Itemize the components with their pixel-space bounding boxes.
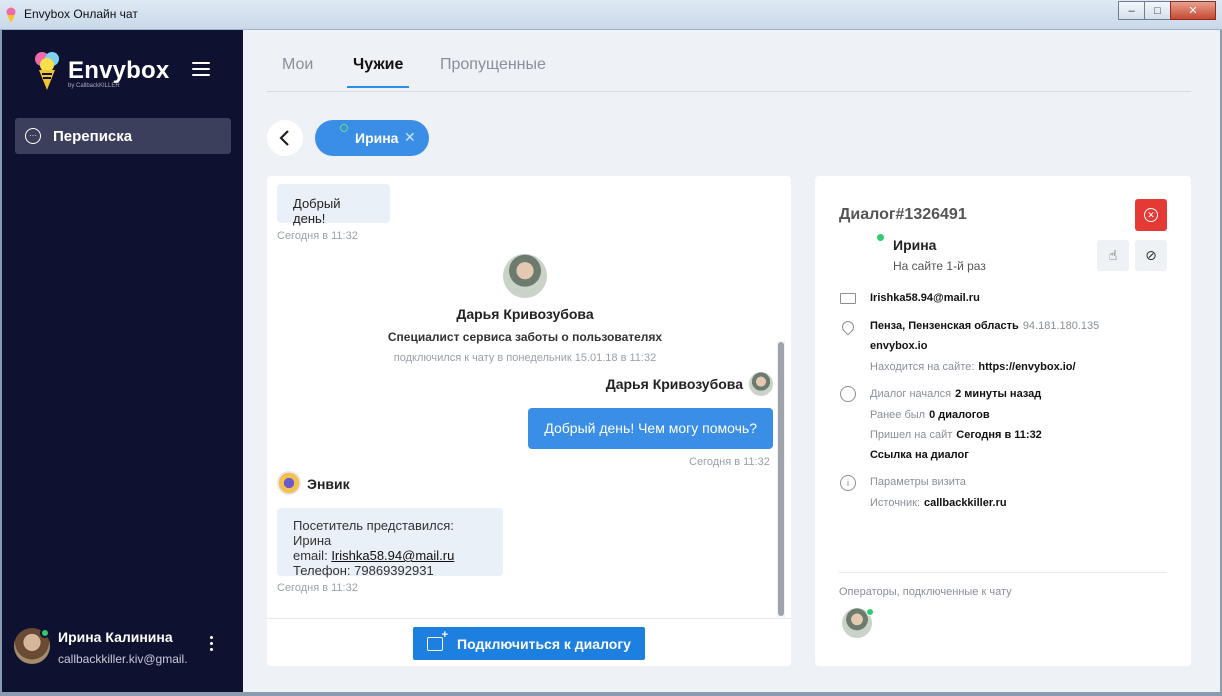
visitor-site: envybox.io [870,340,928,352]
visitor-location: Пенза, Пензенская область 94.181.180.135 [870,320,1100,332]
tab-missed[interactable]: Пропущенные [440,56,546,86]
location-pin-icon [839,318,857,336]
visitor-current-page: Находится на сайте: https://envybox.io/ [870,361,1076,373]
operator-joined-time: подключился к чату в понедельник 15.01.1… [393,352,657,364]
user-name: Ирина Калинина [58,629,173,645]
ice-cream-logo-icon [35,52,59,90]
menu-toggle-icon[interactable] [192,62,210,76]
chat-footer: Подключиться к диалогу [267,618,791,666]
operator-role: Специалист сервиса заботы о пользователя… [387,330,663,344]
visit-source: Источник: callbackkiller.ru [870,497,1007,509]
avatar [749,372,773,396]
dialog-link: Ссылка на диалог [870,449,969,461]
back-button[interactable] [267,120,303,156]
bot-phone-line: Телефон: 79869392931 [293,563,434,578]
visitor-chip-name: Ирина [355,130,399,146]
window-title: Envybox Онлайн чат [24,7,138,21]
join-chat-icon [427,629,448,651]
dialog-title: Диалог#1326491 [839,206,967,223]
tab-mine[interactable]: Мои [282,56,313,86]
tab-bar: Мои Чужие Пропущенные [267,30,1191,92]
minimize-button[interactable]: – [1118,1,1145,20]
online-status-dot [40,628,50,638]
close-icon[interactable]: ✕ [404,129,416,146]
sidebar-item-label: Переписка [53,127,133,145]
hide-button[interactable]: ⊘ [1135,240,1167,271]
chat-icon: ··· [25,128,41,144]
message-time: Сегодня в 11:32 [277,582,358,594]
sidebar-item-chats[interactable]: ··· Переписка [15,118,231,154]
window-controls: – □ ✕ [1118,1,1216,20]
visitor-email: Irishka58.94@mail.ru [870,292,980,304]
bot-message: Посетитель представился: Ирина email: Ir… [277,508,503,578]
arrived-on-site: Пришел на сайт Сегодня в 11:32 [870,429,1042,441]
bot-avatar [277,471,301,495]
clock-icon [840,386,856,402]
transfer-button[interactable]: ☝ [1097,240,1129,271]
scrollbar-thumb[interactable] [778,342,784,616]
reply-sender-name: Дарья Кривозубова [605,376,743,392]
visitor-message: Добрый день! [277,184,390,226]
dialog-info-panel: Диалог#1326491 ✕ Ирина На сайте 1-й раз … [815,176,1191,666]
visit-params: Параметры визита [870,476,966,488]
dialog-started: Диалог начался 2 минуты назад [870,388,1042,400]
close-dialog-button[interactable]: ✕ [1135,199,1167,231]
sidebar: Envybox by CallbackKILLER ··· Переписка … [2,30,243,692]
divider [839,572,1167,573]
maximize-button[interactable]: □ [1144,1,1171,20]
main-area: Мои Чужие Пропущенные Ирина ✕ Добрый ден… [243,30,1220,692]
visitor-name: Ирина [893,237,937,253]
message-time: Сегодня в 11:32 [277,230,358,242]
brand-subtitle: by CallbackKILLER [68,83,120,89]
operator-joined-card: Дарья Кривозубова Специалист сервиса заб… [267,254,783,364]
chevron-left-icon [279,130,289,146]
online-status-dot [866,608,874,616]
info-icon: i [840,475,856,491]
join-dialog-label: Подключиться к диалогу [457,635,631,652]
online-status-dot [877,234,884,241]
envelope-icon [840,293,856,304]
connected-operators-label: Операторы, подключенные к чату [839,586,1012,598]
brand-name: Envybox [68,57,170,84]
bot-name: Энвик [307,476,350,492]
window-titlebar: Envybox Онлайн чат – □ ✕ [0,0,1222,30]
eye-off-icon: ⊘ [1145,247,1157,263]
hand-pointer-icon: ☝ [1108,247,1118,263]
tab-others[interactable]: Чужие [346,56,410,88]
visitor-visits: На сайте 1-й раз [893,259,986,273]
visitor-email-link[interactable]: Irishka58.94@mail.ru [331,548,454,563]
bot-message-line: Посетитель представился: Ирина [293,518,454,548]
more-options-icon[interactable] [210,636,214,654]
online-status-dot [340,124,348,132]
chat-panel: Добрый день! Сегодня в 11:32 Дарья Криво… [267,176,791,666]
close-window-button[interactable]: ✕ [1170,1,1216,20]
app-icon [6,7,16,23]
operator-name: Дарья Кривозубова [456,306,594,322]
current-user: Ирина Калинина callbackkiller.kiv@gmail. [14,626,234,670]
user-email: callbackkiller.kiv@gmail. [58,652,188,666]
operator-message: Добрый день! Чем могу помочь? [528,408,773,449]
avatar [503,254,547,298]
bot-email-label: email: [293,548,328,563]
close-icon: ✕ [1144,208,1158,222]
join-dialog-button[interactable]: Подключиться к диалогу [413,627,645,660]
visitor-chip[interactable]: Ирина ✕ [315,120,429,156]
previous-dialogs: Ранее был 0 диалогов [870,409,990,421]
message-time: Сегодня в 11:32 [689,456,770,468]
